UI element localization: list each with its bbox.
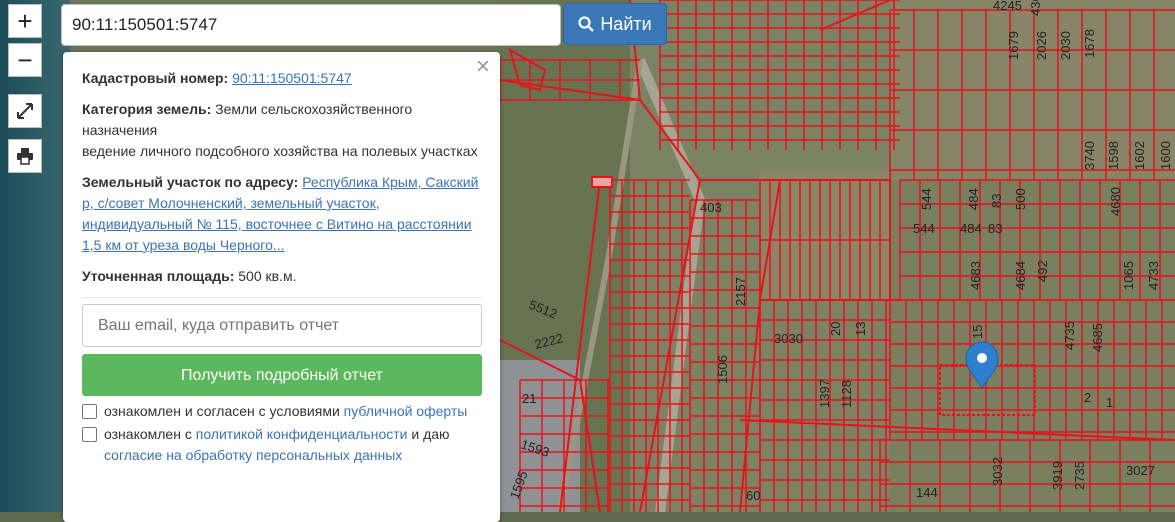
parcel-label: 60 (746, 488, 760, 503)
zoom-in-button[interactable]: + (8, 4, 42, 38)
parcel-label: 1600 (1158, 141, 1173, 170)
parcel-label: 484 (960, 221, 982, 236)
parcel-label: 4684 (1013, 261, 1028, 290)
consent-offer-text: ознакомлен и согласен с условиями (104, 403, 340, 419)
fullscreen-button[interactable] (8, 94, 42, 128)
find-button[interactable]: Найти (563, 3, 667, 45)
divider (82, 297, 482, 298)
parcel-label: 1128 (839, 380, 854, 408)
parcel-label: 544 (919, 188, 934, 210)
consent-offer-label: ознакомлен и согласен с условиями публич… (104, 401, 467, 422)
consent-privacy-checkbox[interactable] (82, 427, 97, 442)
parcel-label: 4735 (1062, 321, 1077, 350)
parcel-label: 1 (1106, 395, 1113, 410)
search-icon (578, 16, 595, 32)
consent-offer-row: ознакомлен и согласен с условиями публич… (82, 401, 482, 422)
parcel-label: 492 (1035, 260, 1050, 282)
parcel-label: 83 (989, 194, 1004, 208)
parcel-label: 4680 (1108, 187, 1123, 216)
get-report-button[interactable]: Получить подробный отчет (82, 354, 482, 396)
parcel-label: 544 (913, 221, 935, 236)
parcel-label: 1397 (817, 379, 832, 408)
printer-icon (17, 148, 33, 165)
parcel-label: 1602 (1132, 141, 1147, 170)
cadastral-number-label: Кадастровый номер: (82, 70, 229, 86)
parcel-label: 484 (966, 188, 981, 210)
parcel-label: 13 (853, 322, 868, 336)
cadastral-number-link[interactable]: 90:11:150501:5747 (232, 70, 352, 86)
cadastral-search-input[interactable] (61, 4, 561, 46)
email-input[interactable] (82, 304, 482, 347)
parcel-label: 4685 (1090, 323, 1105, 352)
print-button[interactable] (8, 139, 42, 173)
parcel-label: 500 (1013, 188, 1028, 210)
consent-privacy-row: ознакомлен с политикой конфиденциальност… (82, 424, 482, 466)
parcel-label: 3027 (1126, 463, 1155, 478)
public-offer-link[interactable]: публичной оферты (344, 403, 468, 419)
parcel-label: 4683 (968, 261, 983, 290)
parcel-label: 2026 (1034, 31, 1049, 60)
parcel-label: 1065 (1121, 261, 1136, 290)
parcel-label: 2735 (1072, 461, 1087, 490)
parcel-label: 3919 (1050, 461, 1065, 490)
parcel-label: 3032 (990, 457, 1005, 486)
parcel-label: 2157 (733, 277, 748, 306)
parcel-label: 83 (988, 221, 1002, 236)
parcel-label: 1598 (1106, 141, 1121, 170)
address-row: Земельный участок по адресу: Республика … (82, 172, 482, 256)
zoom-out-button[interactable]: − (8, 43, 42, 77)
consent-privacy-text2: и даю (411, 426, 450, 442)
address-label: Земельный участок по адресу: (82, 174, 299, 190)
close-icon[interactable]: × (476, 55, 490, 79)
land-use-value: ведение личного подсобного хозяйства на … (82, 143, 478, 159)
find-button-label: Найти (600, 13, 652, 34)
area-row: Уточненная площадь: 500 кв.м. (82, 266, 482, 287)
parcel-label: 4733 (1146, 261, 1161, 290)
parcel-label: 4245 (993, 0, 1022, 13)
parcel-label: 3030 (774, 331, 803, 346)
parcel-label: 1506 (715, 355, 730, 384)
land-category-row: Категория земель: Земли сельскохозяйстве… (82, 99, 482, 162)
parcel-label: 2 (1084, 390, 1091, 405)
area-value: 500 кв.м. (238, 268, 297, 284)
parcel-label: 2030 (1058, 31, 1073, 60)
consent-offer-checkbox[interactable] (82, 404, 97, 419)
data-processing-consent-link[interactable]: согласие на обработку персональных данны… (104, 447, 402, 463)
parcel-label: 403 (700, 200, 722, 215)
parcel-label: 1679 (1006, 31, 1021, 60)
parcel-label: 4368 (1028, 0, 1043, 16)
cadastral-number-row: Кадастровый номер: 90:11:150501:5747 (82, 68, 482, 89)
privacy-policy-link[interactable]: политикой конфиденциальности (196, 426, 408, 442)
land-category-label: Категория земель: (82, 101, 212, 117)
consent-privacy-label: ознакомлен с политикой конфиденциальност… (104, 424, 482, 466)
parcel-label: 3740 (1082, 141, 1097, 170)
parcel-label: 144 (916, 485, 938, 500)
parcel-info-panel: × Кадастровый номер: 90:11:150501:5747 К… (63, 52, 500, 522)
parcel-label: 21 (522, 391, 536, 406)
parcel-label: 1678 (1082, 29, 1097, 58)
area-label: Уточненная площадь: (82, 268, 235, 284)
consent-privacy-text: ознакомлен с (104, 426, 192, 442)
parcel-label: 20 (828, 322, 843, 336)
parcel-label: 15 (970, 325, 985, 339)
expand-icon (17, 103, 33, 119)
